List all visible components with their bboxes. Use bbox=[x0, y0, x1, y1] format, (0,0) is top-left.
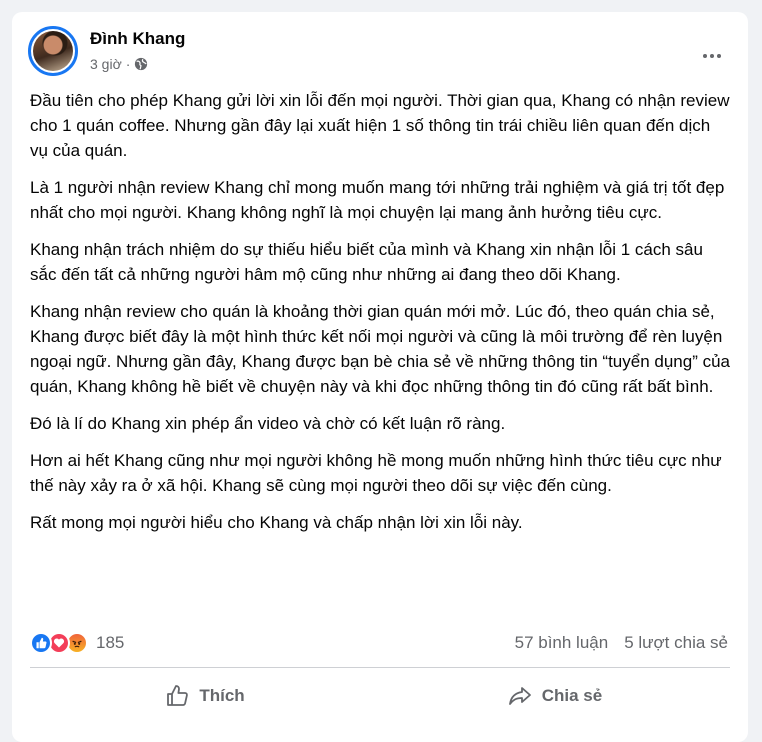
post-paragraph: Đầu tiên cho phép Khang gửi lời xin lỗi … bbox=[30, 91, 730, 160]
divider bbox=[30, 667, 730, 668]
avatar-photo bbox=[33, 31, 73, 71]
author-name[interactable]: Đình Khang bbox=[90, 29, 185, 49]
post-meta: 3 giờ · bbox=[90, 56, 148, 72]
post-paragraph: Hơn ai hết Khang cũng như mọi người khôn… bbox=[30, 451, 722, 495]
meta-separator: · bbox=[125, 56, 131, 72]
post-paragraph: Đó là lí do Khang xin phép ẩn video và c… bbox=[30, 414, 506, 433]
share-label: Chia sẻ bbox=[541, 686, 603, 705]
more-options-button[interactable] bbox=[696, 46, 728, 66]
post-time[interactable]: 3 giờ bbox=[90, 56, 122, 72]
dot-icon bbox=[710, 54, 714, 58]
avatar[interactable] bbox=[28, 26, 78, 76]
like-icon bbox=[30, 632, 52, 654]
post-paragraph: Khang nhận review cho quán là khoảng thờ… bbox=[30, 302, 730, 396]
post-paragraph: Rất mong mọi người hiểu cho Khang và chấ… bbox=[30, 513, 523, 532]
like-label: Thích bbox=[199, 686, 245, 705]
post-card: Đình Khang 3 giờ · Đầu tiên cho phép Kha… bbox=[12, 12, 748, 742]
share-arrow-icon bbox=[508, 687, 531, 705]
action-bar: Thích Chia sẻ bbox=[30, 676, 730, 716]
post-header: Đình Khang 3 giờ · bbox=[28, 26, 732, 82]
dot-icon bbox=[717, 54, 721, 58]
share-button[interactable]: Chia sẻ bbox=[380, 676, 730, 716]
dot-icon bbox=[703, 54, 707, 58]
like-button[interactable]: Thích bbox=[30, 676, 380, 716]
post-paragraph: Khang nhận trách nhiệm do sự thiếu hiểu … bbox=[30, 240, 703, 284]
thumbs-up-icon bbox=[167, 685, 189, 706]
globe-icon[interactable] bbox=[134, 57, 148, 71]
comment-count[interactable]: 57 bình luận bbox=[515, 633, 609, 653]
engagement-counts: 57 bình luận 5 lượt chia sẻ bbox=[515, 633, 728, 653]
reaction-count[interactable]: 185 bbox=[96, 633, 124, 653]
reactions-summary[interactable]: 185 bbox=[30, 632, 124, 654]
post-stats: 185 57 bình luận 5 lượt chia sẻ bbox=[30, 630, 728, 656]
post-body: Đầu tiên cho phép Khang gửi lời xin lỗi … bbox=[30, 88, 730, 547]
share-count[interactable]: 5 lượt chia sẻ bbox=[624, 633, 728, 653]
post-paragraph: Là 1 người nhận review Khang chỉ mong mu… bbox=[30, 178, 725, 222]
